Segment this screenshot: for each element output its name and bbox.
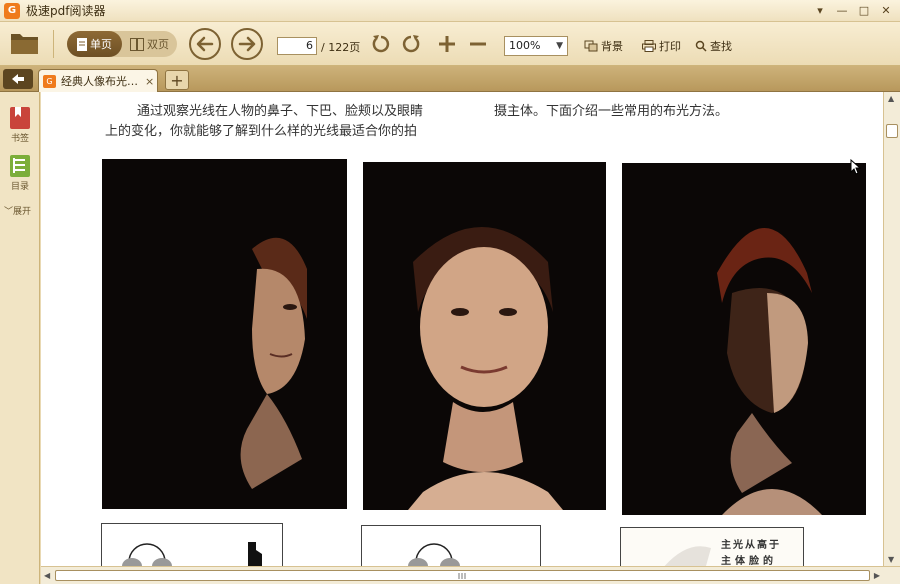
scroll-right-icon[interactable]: ▶ [874, 571, 880, 580]
view-mode-toggle: 单页 双页 [67, 31, 177, 57]
find-label: 查找 [710, 40, 732, 53]
double-page-button[interactable]: 双页 [122, 31, 177, 57]
lighting-diagram-1 [101, 523, 283, 566]
sidebar-toggle-button[interactable] [3, 69, 33, 89]
single-page-label: 单页 [90, 38, 112, 51]
scroll-down-icon[interactable]: ▼ [888, 555, 894, 564]
app-logo-text: G [7, 5, 17, 16]
arrow-left-icon [196, 36, 214, 52]
tab-document[interactable]: G 经典人像布光… × [38, 69, 158, 92]
toc-label: 目录 [10, 182, 29, 192]
mouse-cursor-icon [850, 159, 861, 175]
lighting-diagram-2-art [408, 543, 460, 566]
horizontal-scroll-thumb[interactable] [55, 570, 870, 581]
menu-button[interactable]: ▾ [810, 2, 830, 19]
lighting-diagram-3: 主光从高于 主体脸的 [620, 527, 804, 566]
portrait-image-3 [622, 163, 866, 515]
lighting-diagram-1-art [122, 542, 262, 566]
lighting-diagram-2 [361, 525, 541, 566]
zoom-select[interactable]: 100% ▼ [504, 36, 568, 56]
chevron-down-icon: ▼ [556, 41, 563, 51]
sidebar-item-toc[interactable]: 目录 [4, 154, 36, 192]
print-button[interactable]: 打印 [642, 38, 681, 54]
toolbar-separator [53, 30, 54, 58]
portrait-image-2 [363, 162, 606, 510]
sidebar-item-bookmarks[interactable]: 书签 [4, 106, 36, 144]
toolbar: 单页 双页 6 / 122页 100% ▼ 背景 打印 查找 [0, 22, 900, 66]
printer-icon [642, 40, 656, 52]
bookmark-label: 书签 [10, 134, 29, 144]
horizontal-scrollbar[interactable]: ◀ ▶ [41, 566, 900, 584]
zoom-in-button[interactable] [435, 32, 459, 56]
page-number-input[interactable]: 6 [277, 37, 317, 55]
portrait-photo-split-light [102, 159, 347, 509]
grip-icon [458, 573, 466, 579]
window-controls: ▾ — □ ✕ [810, 2, 896, 19]
expand-label: 展开 [13, 207, 32, 217]
minus-icon [470, 42, 486, 46]
arrow-right-icon [238, 36, 256, 52]
new-tab-button[interactable]: + [165, 70, 189, 90]
pdf-file-icon: G [43, 74, 56, 88]
background-icon [584, 40, 598, 52]
toc-icon [10, 155, 30, 177]
search-icon [695, 40, 707, 52]
single-page-icon [77, 37, 87, 51]
tab-logo-text: G [46, 76, 53, 86]
doc-text-line1-left: 通过观察光线在人物的鼻子、下巴、脸颊以及眼睛 [137, 104, 424, 119]
left-sidebar: 书签 目录 ﹀展开 [0, 92, 40, 584]
portrait-photo-front-light [363, 162, 606, 510]
vertical-scrollbar[interactable]: ▲ ▼ [883, 92, 900, 566]
doc-text-line1-right: 摄主体。下面介绍一些常用的布光方法。 [494, 104, 729, 119]
single-page-button[interactable]: 单页 [67, 31, 122, 57]
background-button[interactable]: 背景 [584, 38, 623, 54]
app-logo: G [4, 2, 20, 19]
double-page-label: 双页 [147, 38, 169, 51]
plus-icon [439, 36, 455, 52]
total-pages-label: / 122页 [321, 41, 361, 54]
arrow-left-bar-icon [12, 74, 24, 84]
folder-icon [11, 34, 38, 54]
tab-close-button[interactable]: × [145, 75, 154, 88]
portrait-image-1 [102, 159, 347, 509]
bookmark-icon [10, 107, 30, 129]
chevron-down-icon: ﹀ [4, 207, 14, 217]
tab-label: 经典人像布光… [61, 75, 138, 88]
print-label: 打印 [659, 40, 681, 53]
rotate-left-button[interactable] [369, 32, 393, 56]
previous-page-button[interactable] [189, 28, 221, 60]
rotate-right-button[interactable] [399, 32, 423, 56]
title-bar: G 极速pdf阅读器 ▾ — □ ✕ [0, 0, 900, 22]
scroll-left-icon[interactable]: ◀ [44, 571, 50, 580]
minimize-button[interactable]: — [832, 2, 852, 19]
find-button[interactable]: 查找 [695, 38, 732, 54]
portrait-photo-side-light [622, 163, 866, 515]
doc-text-line2: 上的变化，你就能够了解到什么样的光线最适合你的拍 [105, 124, 418, 139]
rotate-left-icon [372, 35, 390, 53]
zoom-value: 100% [509, 39, 541, 52]
double-page-icon [130, 37, 144, 51]
next-page-button[interactable] [231, 28, 263, 60]
app-title: 极速pdf阅读器 [26, 4, 106, 18]
background-label: 背景 [601, 40, 623, 53]
zoom-out-button[interactable] [466, 32, 490, 56]
sidebar-expand-button[interactable]: ﹀展开 [4, 204, 31, 217]
rotate-right-icon [402, 35, 420, 53]
open-folder-button[interactable] [10, 30, 40, 56]
scroll-up-icon[interactable]: ▲ [888, 94, 894, 103]
document-view[interactable]: 通过观察光线在人物的鼻子、下巴、脸颊以及眼睛 摄主体。下面介绍一些常用的布光方法… [41, 92, 883, 566]
vertical-scroll-thumb[interactable] [886, 124, 898, 138]
diagram-caption-line2: 主体脸的 [721, 556, 777, 566]
diagram-caption-line1: 主光从高于 [721, 540, 781, 551]
maximize-button[interactable]: □ [854, 2, 874, 19]
tab-bar: G 经典人像布光… × + [0, 66, 900, 92]
close-button[interactable]: ✕ [876, 2, 896, 19]
